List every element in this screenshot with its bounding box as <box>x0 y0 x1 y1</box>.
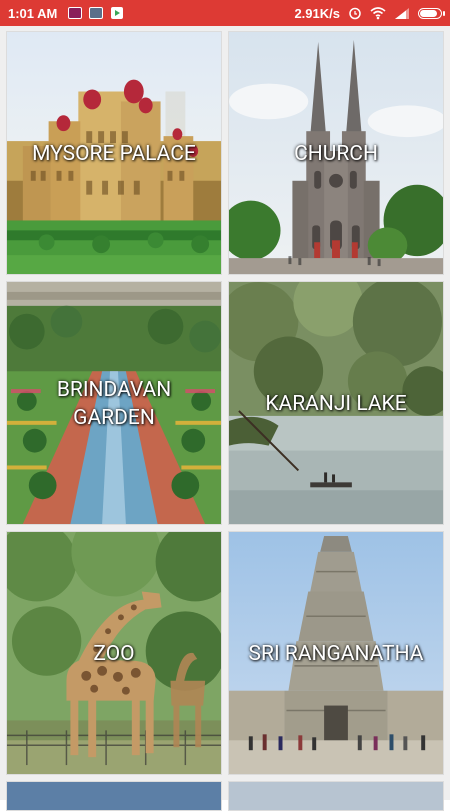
zoo-image <box>7 532 221 774</box>
church-image <box>229 32 443 274</box>
alarm-icon <box>348 6 362 20</box>
gallery-icon <box>89 7 104 19</box>
signal-icon <box>394 7 410 19</box>
place-card-brindavan-garden[interactable]: BRINDAVAN GARDEN <box>6 281 222 525</box>
play-store-icon <box>110 6 124 20</box>
network-speed: 2.91K/s <box>294 5 340 21</box>
sri-ranganatha-image <box>229 532 443 774</box>
battery-icon <box>418 7 445 19</box>
wifi-icon <box>370 6 386 20</box>
place-card-sri-ranganatha[interactable]: SRI RANGANATHA <box>228 531 444 775</box>
status-bar: 1:01 AM 2.91K/s <box>0 0 450 26</box>
brindavan-garden-image <box>7 282 221 524</box>
place-card-mysore-palace[interactable]: MYSORE PALACE <box>6 31 222 275</box>
place-card-partial-right[interactable] <box>228 781 444 811</box>
place-card-partial-left[interactable] <box>6 781 222 811</box>
places-grid: MYSORE PALACE CHURCH BRINDAVAN GARDEN KA… <box>0 26 450 811</box>
place-card-karanji-lake[interactable]: KARANJI LAKE <box>228 281 444 525</box>
battery-level <box>420 9 437 17</box>
mysore-palace-image <box>7 32 221 274</box>
status-time: 1:01 AM <box>8 5 58 21</box>
place-card-church[interactable]: CHURCH <box>228 31 444 275</box>
message-icon <box>68 7 83 19</box>
karanji-lake-image <box>229 282 443 524</box>
place-card-zoo[interactable]: ZOO <box>6 531 222 775</box>
